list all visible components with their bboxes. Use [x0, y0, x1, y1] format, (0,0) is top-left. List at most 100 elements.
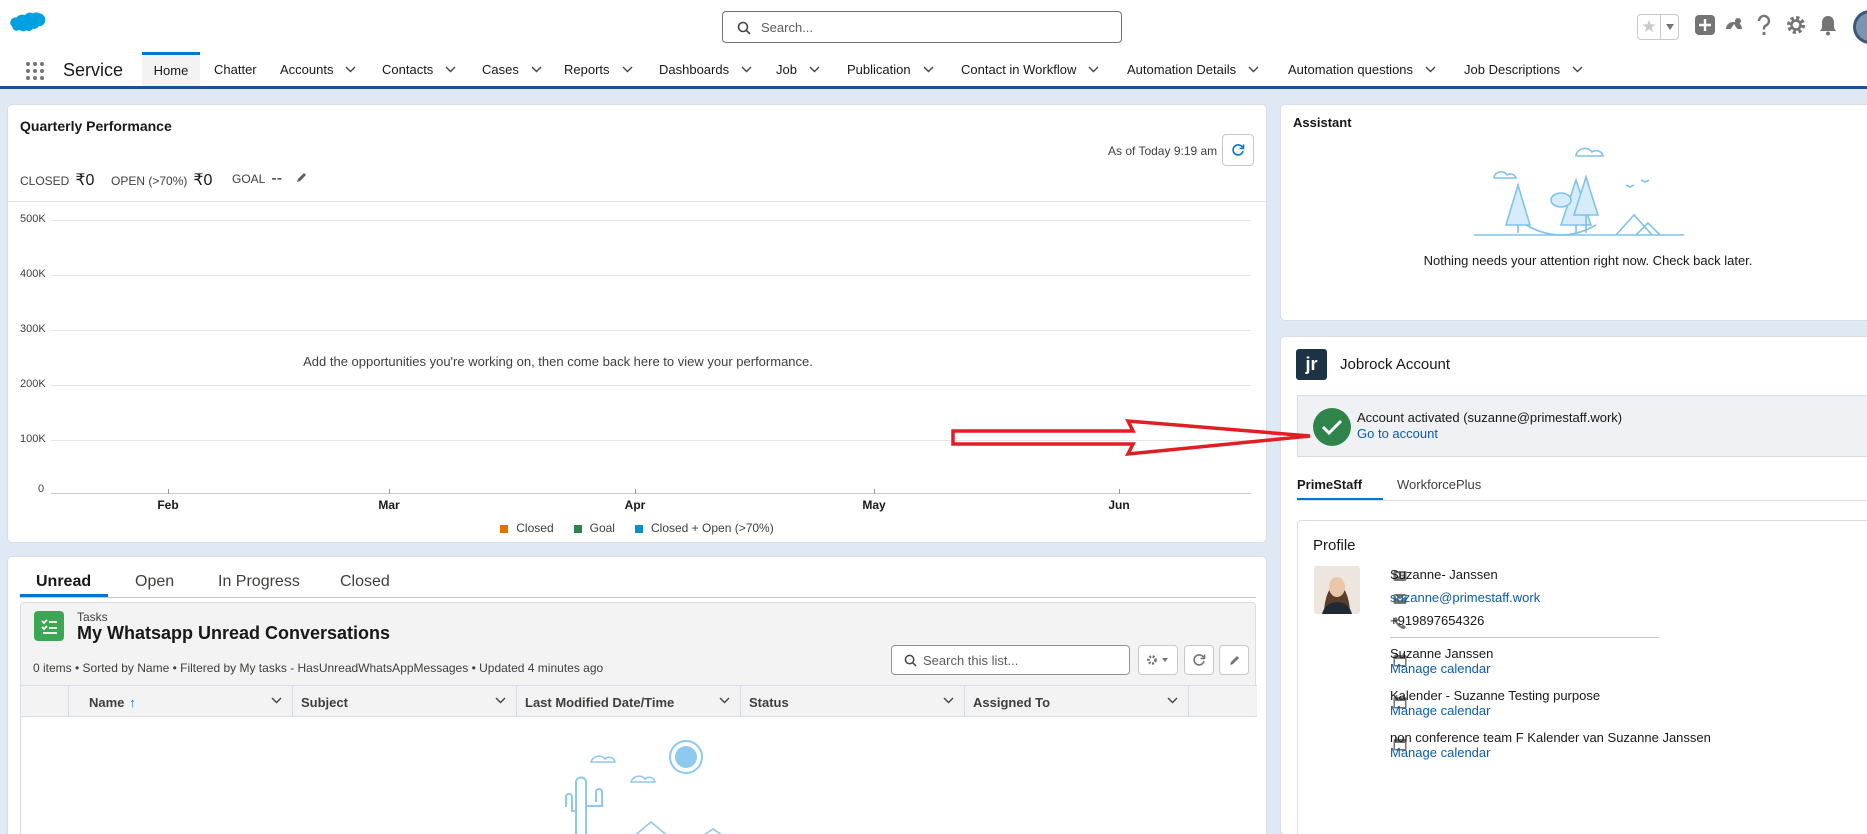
chevron-down-icon[interactable]: [943, 697, 954, 704]
chevron-down-icon[interactable]: [495, 697, 506, 704]
chevron-down-icon[interactable]: [1572, 66, 1583, 73]
chevron-down-icon[interactable]: [1425, 66, 1436, 73]
tab-job-descriptions[interactable]: Job Descriptions: [1464, 52, 1583, 86]
column-header-label: Name: [89, 694, 125, 710]
app-launcher-icon[interactable]: [25, 61, 45, 81]
y-tick-label: 200K: [20, 378, 46, 390]
calendar-name: Suzanne Janssen: [1390, 646, 1494, 661]
tab-automation-details[interactable]: Automation Details: [1127, 52, 1259, 86]
global-actions-icon[interactable]: [1694, 14, 1716, 40]
column-header-label: Status: [749, 694, 789, 710]
tab-in-progress[interactable]: In Progress: [218, 567, 300, 597]
chevron-down-icon[interactable]: [622, 66, 633, 73]
chevron-down-icon[interactable]: [445, 66, 456, 73]
edit-goal-pencil-icon[interactable]: [295, 171, 308, 184]
chevron-down-icon[interactable]: [1167, 697, 1178, 704]
column-header-status[interactable]: Status: [741, 686, 965, 718]
tab-publication[interactable]: Publication: [847, 52, 934, 86]
chevron-down-icon[interactable]: [809, 66, 820, 73]
tab-open[interactable]: Open: [135, 567, 174, 597]
kpi-goal-value: --: [271, 170, 283, 187]
tab-cases[interactable]: Cases: [482, 52, 542, 86]
legend-item-closed-open: Closed + Open (>70%): [634, 521, 774, 535]
gridline: [51, 330, 1251, 331]
favorites-button[interactable]: ★: [1637, 14, 1679, 40]
legend-item-goal: Goal: [573, 521, 615, 535]
tab-contacts[interactable]: Contacts: [382, 52, 456, 86]
favorites-dropdown[interactable]: [1660, 15, 1678, 39]
column-header-assigned-to[interactable]: Assigned To: [965, 686, 1189, 718]
help-icon[interactable]: [1755, 14, 1773, 40]
list-edit-button[interactable]: [1219, 645, 1249, 675]
chevron-down-icon[interactable]: [719, 697, 730, 704]
chevron-down-icon[interactable]: [345, 66, 356, 73]
chevron-down-icon[interactable]: [531, 66, 542, 73]
tasks-card: Unread Open In Progress Closed Tasks My …: [8, 557, 1266, 834]
tab-dashboards[interactable]: Dashboards: [659, 52, 752, 86]
x-tick-label: Jun: [1108, 498, 1130, 512]
search-icon: [737, 21, 751, 35]
tab-reports[interactable]: Reports: [564, 52, 633, 86]
gear-icon: [1147, 655, 1168, 665]
refresh-icon: [1232, 144, 1245, 156]
object-label: Tasks: [77, 610, 108, 624]
refresh-button[interactable]: [1222, 134, 1254, 166]
legend-label: Closed + Open (>70%): [650, 521, 774, 535]
tab-chatter[interactable]: Chatter: [214, 52, 257, 86]
column-header-subject[interactable]: Subject: [293, 686, 517, 718]
tab-workforceplus[interactable]: WorkforcePlus: [1397, 477, 1481, 492]
notifications-bell-icon[interactable]: [1818, 14, 1838, 40]
column-header-label: Subject: [301, 694, 348, 710]
manage-calendar-link[interactable]: Manage calendar: [1390, 745, 1490, 760]
quarterly-performance-card: Quarterly Performance As of Today 9:19 a…: [8, 105, 1266, 542]
table-header: Name ↑ Subject Last Modified Date/Time St…: [21, 685, 1257, 718]
salesforce-logo[interactable]: [10, 12, 46, 37]
tab-label: Automation questions: [1288, 61, 1414, 77]
legend-item-closed: Closed: [500, 521, 554, 535]
trailhead-icon[interactable]: [1723, 14, 1745, 40]
chevron-down-icon[interactable]: [923, 66, 934, 73]
tab-accounts[interactable]: Accounts: [280, 52, 356, 86]
tab-primestaff[interactable]: PrimeStaff: [1297, 477, 1362, 492]
tab-unread[interactable]: Unread: [36, 567, 91, 597]
list-refresh-button[interactable]: [1184, 645, 1214, 675]
chevron-down-icon[interactable]: [1248, 66, 1259, 73]
caret-down-icon: [1665, 24, 1674, 30]
go-to-account-link[interactable]: Go to account: [1357, 426, 1438, 441]
as-of-timestamp: As of Today 9:19 am: [1108, 144, 1218, 158]
chevron-down-icon[interactable]: [741, 66, 752, 73]
refresh-icon: [1193, 654, 1206, 666]
manage-calendar-link[interactable]: Manage calendar: [1390, 703, 1490, 718]
kpi-goal-label: GOAL: [232, 172, 266, 186]
x-tick: [168, 489, 169, 494]
calendar-name: non conference team F Kalender van Suzan…: [1390, 730, 1711, 745]
chevron-down-icon[interactable]: [1088, 66, 1099, 73]
tab-automation-questions[interactable]: Automation questions: [1288, 52, 1436, 86]
star-icon[interactable]: ★: [1638, 15, 1660, 39]
column-header-name[interactable]: Name ↑: [69, 686, 293, 718]
tab-contact-in-workflow[interactable]: Contact in Workflow: [961, 52, 1099, 86]
user-avatar[interactable]: [1852, 9, 1867, 44]
gridline: [51, 385, 1251, 386]
divider: [8, 201, 1266, 202]
tab-job[interactable]: Job: [776, 52, 820, 86]
x-tick: [389, 489, 390, 494]
list-search-input[interactable]: Search this list...: [891, 645, 1130, 675]
global-search-input[interactable]: Search...: [722, 11, 1122, 43]
x-tick: [1119, 489, 1120, 494]
chevron-down-icon[interactable]: [271, 697, 282, 704]
profile-photo: [1314, 566, 1360, 614]
legend-swatch: [500, 524, 509, 533]
gear-icon[interactable]: [1785, 14, 1807, 40]
kpi-closed-value: ₹0: [75, 172, 95, 189]
profile-email-link[interactable]: suzanne@primestaff.work: [1390, 590, 1540, 605]
sort-ascending-icon: ↑: [129, 694, 136, 710]
tab-home[interactable]: Home: [142, 52, 200, 86]
desert-empty-illustration: [565, 740, 722, 834]
tabs-divider: [20, 597, 1256, 598]
tab-closed[interactable]: Closed: [340, 567, 390, 597]
list-settings-button[interactable]: [1138, 645, 1178, 675]
column-header-last-modified[interactable]: Last Modified Date/Time: [517, 686, 741, 718]
manage-calendar-link[interactable]: Manage calendar: [1390, 661, 1490, 676]
tabs-divider: [1297, 500, 1867, 501]
